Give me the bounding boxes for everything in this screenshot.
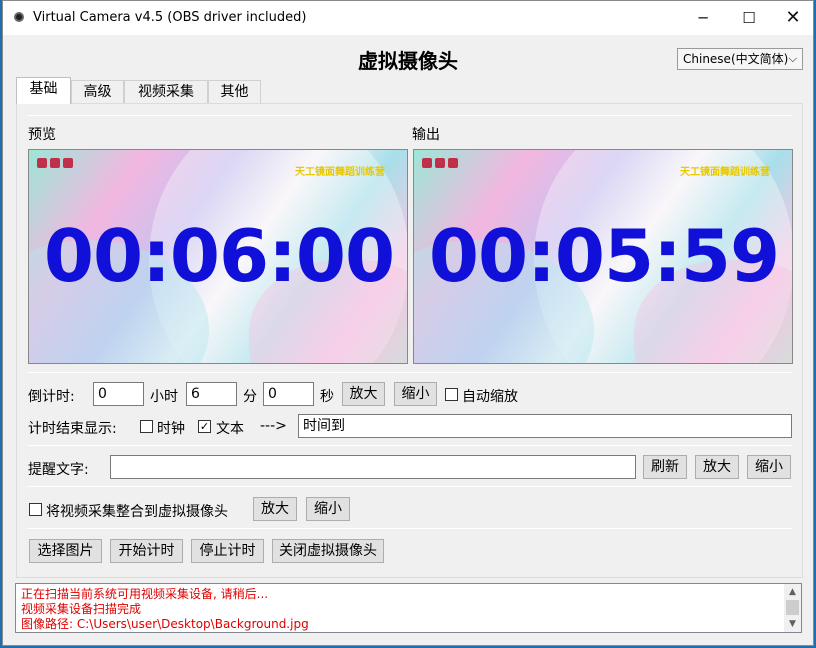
- auto-scale-label: 自动缩放: [462, 389, 518, 405]
- divider: [27, 486, 792, 487]
- output-banner: 天工镜面舞蹈训练营: [680, 167, 770, 178]
- maximize-button[interactable]: ☐: [726, 1, 772, 35]
- log-line: 图像路径: C:\Users\user\Desktop\Background.j…: [21, 617, 309, 631]
- scroll-up-icon[interactable]: ▲: [784, 585, 801, 599]
- tab-video-capture[interactable]: 视频采集: [124, 80, 208, 104]
- select-image-button[interactable]: 选择图片: [29, 539, 102, 563]
- preview-clock: 00:06:00: [43, 214, 395, 298]
- close-camera-button[interactable]: 关闭虚拟摄像头: [272, 539, 384, 563]
- tab-other[interactable]: 其他: [208, 80, 261, 104]
- hours-unit: 小时: [150, 389, 178, 405]
- app-window: Virtual Camera v4.5 (OBS driver included…: [2, 0, 814, 646]
- seconds-unit: 秒: [320, 389, 334, 405]
- text-option-label: 文本: [216, 421, 244, 437]
- end-text-input[interactable]: 时间到: [298, 414, 792, 438]
- language-select[interactable]: Chinese(中文简体) ⌵: [677, 48, 803, 70]
- arrow-label: --->: [260, 418, 287, 434]
- divider: [27, 445, 792, 446]
- tab-advanced[interactable]: 高级: [71, 80, 124, 104]
- divider: [27, 115, 792, 116]
- output-canvas: 天工镜面舞蹈训练营 00:05:59: [413, 149, 793, 364]
- reminder-label: 提醒文字:: [28, 462, 89, 478]
- capture-checkbox[interactable]: [29, 503, 42, 516]
- output-label: 输出: [412, 127, 440, 143]
- refresh-button[interactable]: 刷新: [643, 455, 687, 479]
- hours-input[interactable]: 0: [93, 382, 144, 406]
- chevron-down-icon: ⌵: [788, 52, 797, 65]
- end-display-label: 计时结束显示:: [28, 421, 117, 437]
- sponsor-logos: [37, 158, 76, 168]
- basic-panel: 预览 输出 天工镜面舞蹈训练营 00:06:00 天工镜面舞蹈训练营 00:05…: [16, 103, 803, 578]
- language-select-value: Chinese(中文简体): [683, 52, 789, 66]
- countdown-zoom-in-button[interactable]: 放大: [342, 382, 385, 406]
- reminder-zoom-out-button[interactable]: 缩小: [747, 455, 791, 479]
- divider: [27, 372, 792, 373]
- seconds-input[interactable]: 0: [263, 382, 314, 406]
- camera-app-icon: [14, 12, 24, 22]
- preview-canvas: 天工镜面舞蹈训练营 00:06:00: [28, 149, 408, 364]
- minutes-unit: 分: [243, 389, 257, 405]
- capture-label: 将视频采集整合到虚拟摄像头: [46, 504, 228, 520]
- reminder-zoom-in-button[interactable]: 放大: [695, 455, 739, 479]
- capture-zoom-in-button[interactable]: 放大: [253, 497, 297, 521]
- divider: [27, 528, 792, 529]
- minimize-button[interactable]: ─: [680, 1, 726, 35]
- log-box[interactable]: 正在扫描当前系统可用视频采集设备, 请稍后... 视频采集设备扫描完成 图像路径…: [15, 583, 802, 633]
- scroll-down-icon[interactable]: ▼: [784, 617, 801, 631]
- countdown-label: 倒计时:: [28, 389, 75, 405]
- minutes-input[interactable]: 6: [186, 382, 237, 406]
- countdown-zoom-out-button[interactable]: 缩小: [394, 382, 437, 406]
- title-bar[interactable]: Virtual Camera v4.5 (OBS driver included…: [3, 1, 813, 35]
- auto-scale-checkbox[interactable]: [445, 388, 458, 401]
- clock-option-label: 时钟: [157, 421, 185, 437]
- start-timer-button[interactable]: 开始计时: [110, 539, 183, 563]
- scroll-thumb[interactable]: [786, 600, 799, 615]
- log-scrollbar[interactable]: ▲ ▼: [784, 584, 801, 632]
- preview-banner: 天工镜面舞蹈训练营: [295, 167, 385, 178]
- stop-timer-button[interactable]: 停止计时: [191, 539, 264, 563]
- preview-label: 预览: [28, 127, 56, 143]
- text-checkbox[interactable]: ✓: [198, 420, 211, 433]
- sponsor-logos: [422, 158, 461, 168]
- tab-basic[interactable]: 基础: [16, 77, 71, 104]
- output-clock: 00:05:59: [428, 214, 780, 298]
- capture-zoom-out-button[interactable]: 缩小: [306, 497, 350, 521]
- close-button[interactable]: ✕: [770, 1, 816, 35]
- clock-checkbox[interactable]: [140, 420, 153, 433]
- reminder-input[interactable]: [110, 455, 636, 479]
- window-title: Virtual Camera v4.5 (OBS driver included…: [33, 10, 307, 25]
